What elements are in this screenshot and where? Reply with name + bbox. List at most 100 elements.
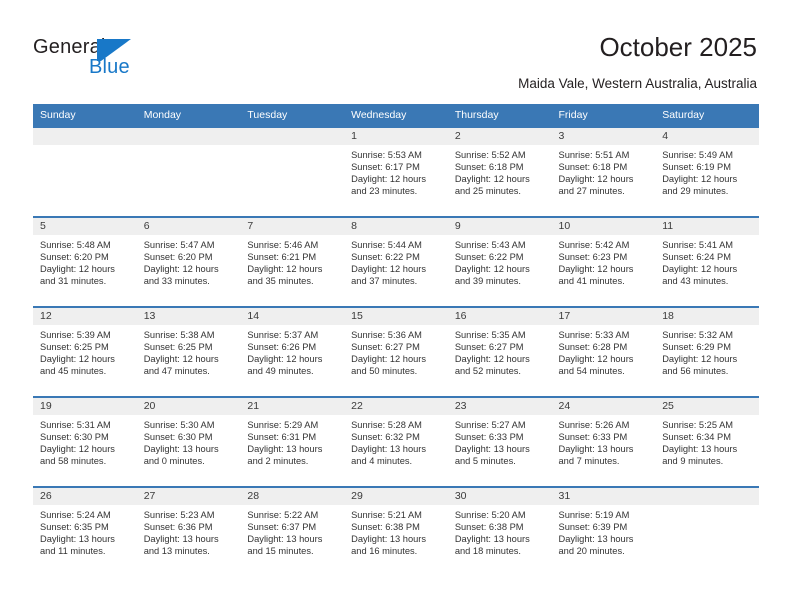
sunrise-text: Sunrise: 5:30 AM — [143, 420, 215, 430]
sunrise-text: Sunrise: 5:51 AM — [558, 150, 630, 160]
calendar-day-cell[interactable]: 21 Sunrise: 5:29 AM Sunset: 6:31 PM Dayligh… — [240, 396, 345, 487]
day-details: Sunrise: 5:53 AM Sunset: 6:17 PM Daylight:… — [344, 145, 448, 197]
calendar-day-cell[interactable]: 28 Sunrise: 5:22 AM Sunset: 6:37 PM Dayligh… — [240, 486, 345, 577]
sunset-text: Sunset: 6:38 PM — [454, 522, 524, 533]
day-details: Sunrise: 5:23 AM Sunset: 6:36 PM Daylight:… — [137, 505, 241, 557]
sunset-text: Sunset: 6:39 PM — [558, 522, 628, 533]
calendar-week-row: 26 Sunrise: 5:24 AM Sunset: 6:35 PM Dayligh… — [33, 486, 759, 577]
calendar-day-cell[interactable]: 23 Sunrise: 5:27 AM Sunset: 6:33 PM Dayligh… — [447, 396, 552, 487]
day-number: 9 — [447, 218, 552, 235]
sunrise-text: Sunrise: 5:23 AM — [143, 510, 215, 520]
page-header: General Blue October 2025 Maida Vale, We… — [0, 0, 792, 100]
calendar-day-cell[interactable]: 5 Sunrise: 5:48 AM Sunset: 6:20 PM Daylight… — [33, 216, 137, 307]
day-cell-inner: 19 Sunrise: 5:31 AM Sunset: 6:30 PM Dayligh… — [33, 398, 137, 486]
sunrise-text: Sunrise: 5:52 AM — [454, 150, 526, 160]
day-cell-inner: 1 Sunrise: 5:53 AM Sunset: 6:17 PM Daylight… — [344, 128, 448, 216]
daylight-text: Daylight: 12 hours and 47 minutes. — [143, 354, 219, 377]
daylight-text: Daylight: 12 hours and 49 minutes. — [247, 354, 323, 377]
calendar-day-cell[interactable]: 25 Sunrise: 5:25 AM Sunset: 6:34 PM Dayligh… — [655, 396, 759, 487]
daylight-text: Daylight: 13 hours and 7 minutes. — [558, 444, 634, 467]
calendar-day-cell[interactable]: 6 Sunrise: 5:47 AM Sunset: 6:20 PM Daylight… — [136, 216, 241, 307]
calendar-day-cell[interactable]: 3 Sunrise: 5:51 AM Sunset: 6:18 PM Daylight… — [551, 126, 656, 217]
day-number — [136, 128, 241, 145]
brand-logo-blue-text: Blue — [89, 56, 130, 78]
brand-logo[interactable]: General Blue — [33, 36, 213, 84]
day-cell-inner: 25 Sunrise: 5:25 AM Sunset: 6:34 PM Dayligh… — [655, 398, 759, 486]
day-details: Sunrise: 5:27 AM Sunset: 6:33 PM Daylight:… — [448, 415, 552, 467]
daylight-text: Daylight: 13 hours and 4 minutes. — [351, 444, 427, 467]
calendar-day-cell[interactable]: 19 Sunrise: 5:31 AM Sunset: 6:30 PM Dayligh… — [33, 396, 137, 487]
daylight-text: Daylight: 12 hours and 29 minutes. — [662, 174, 738, 197]
calendar-day-cell[interactable]: 10 Sunrise: 5:42 AM Sunset: 6:23 PM Dayligh… — [551, 216, 656, 307]
calendar-day-cell[interactable]: 14 Sunrise: 5:37 AM Sunset: 6:26 PM Dayligh… — [240, 306, 345, 397]
calendar-day-cell[interactable]: 27 Sunrise: 5:23 AM Sunset: 6:36 PM Dayligh… — [136, 486, 241, 577]
calendar-day-cell[interactable]: 12 Sunrise: 5:39 AM Sunset: 6:25 PM Dayligh… — [33, 306, 137, 397]
day-cell-inner: 29 Sunrise: 5:21 AM Sunset: 6:38 PM Dayligh… — [344, 488, 448, 576]
calendar-day-cell[interactable]: 30 Sunrise: 5:20 AM Sunset: 6:38 PM Dayligh… — [447, 486, 552, 577]
sunset-text: Sunset: 6:38 PM — [351, 522, 420, 533]
day-details: Sunrise: 5:44 AM Sunset: 6:22 PM Daylight:… — [344, 235, 448, 287]
calendar-day-cell[interactable]: 16 Sunrise: 5:35 AM Sunset: 6:27 PM Dayligh… — [447, 306, 552, 397]
day-details: Sunrise: 5:28 AM Sunset: 6:32 PM Daylight:… — [344, 415, 448, 467]
sunrise-text: Sunrise: 5:24 AM — [40, 510, 111, 520]
sunset-text: Sunset: 6:23 PM — [558, 252, 628, 263]
daylight-text: Daylight: 12 hours and 50 minutes. — [351, 354, 427, 377]
day-details: Sunrise: 5:38 AM Sunset: 6:25 PM Daylight:… — [137, 325, 241, 377]
day-details: Sunrise: 5:21 AM Sunset: 6:38 PM Daylight:… — [344, 505, 448, 557]
day-number: 27 — [136, 488, 241, 505]
sunrise-text: Sunrise: 5:53 AM — [351, 150, 422, 160]
day-details: Sunrise: 5:29 AM Sunset: 6:31 PM Daylight:… — [240, 415, 344, 467]
calendar-day-cell[interactable]: 15 Sunrise: 5:36 AM Sunset: 6:27 PM Dayligh… — [344, 306, 448, 397]
sunset-text: Sunset: 6:32 PM — [351, 432, 420, 443]
day-number: 4 — [655, 128, 759, 145]
calendar-day-cell[interactable]: 9 Sunrise: 5:43 AM Sunset: 6:22 PM Daylight… — [447, 216, 552, 307]
day-details: Sunrise: 5:36 AM Sunset: 6:27 PM Daylight:… — [344, 325, 448, 377]
day-number: 2 — [447, 128, 552, 145]
daylight-text: Daylight: 12 hours and 25 minutes. — [454, 174, 530, 197]
daylight-text: Daylight: 13 hours and 15 minutes. — [247, 534, 323, 557]
day-details: Sunrise: 5:49 AM Sunset: 6:19 PM Daylight:… — [655, 145, 759, 197]
day-details: Sunrise: 5:48 AM Sunset: 6:20 PM Daylight:… — [33, 235, 137, 287]
sunset-text: Sunset: 6:20 PM — [40, 252, 109, 263]
daylight-text: Daylight: 13 hours and 11 minutes. — [40, 534, 115, 557]
day-number: 23 — [447, 398, 552, 415]
calendar-day-cell[interactable]: 7 Sunrise: 5:46 AM Sunset: 6:21 PM Daylight… — [240, 216, 345, 307]
sunset-text: Sunset: 6:27 PM — [351, 342, 420, 353]
day-number: 18 — [655, 308, 759, 325]
day-details: Sunrise: 5:35 AM Sunset: 6:27 PM Daylight:… — [448, 325, 552, 377]
sunset-text: Sunset: 6:34 PM — [662, 432, 731, 443]
day-number: 8 — [344, 218, 448, 235]
day-cell-inner: 3 Sunrise: 5:51 AM Sunset: 6:18 PM Daylight… — [551, 128, 656, 216]
calendar-day-cell[interactable]: 2 Sunrise: 5:52 AM Sunset: 6:18 PM Daylight… — [447, 126, 552, 217]
calendar-day-cell[interactable]: 17 Sunrise: 5:33 AM Sunset: 6:28 PM Dayligh… — [551, 306, 656, 397]
day-cell-inner: 11 Sunrise: 5:41 AM Sunset: 6:24 PM Dayligh… — [655, 218, 759, 306]
sunrise-text: Sunrise: 5:43 AM — [454, 240, 526, 250]
day-number: 3 — [551, 128, 656, 145]
calendar-day-cell[interactable]: 31 Sunrise: 5:19 AM Sunset: 6:39 PM Dayligh… — [551, 486, 656, 577]
day-number: 1 — [344, 128, 448, 145]
calendar-day-cell[interactable]: 11 Sunrise: 5:41 AM Sunset: 6:24 PM Dayligh… — [655, 216, 759, 307]
calendar-day-cell[interactable]: 4 Sunrise: 5:49 AM Sunset: 6:19 PM Daylight… — [655, 126, 759, 217]
day-number: 31 — [551, 488, 656, 505]
calendar-day-cell[interactable]: 8 Sunrise: 5:44 AM Sunset: 6:22 PM Daylight… — [344, 216, 448, 307]
day-details: Sunrise: 5:42 AM Sunset: 6:23 PM Daylight:… — [552, 235, 656, 287]
day-cell-inner: 30 Sunrise: 5:20 AM Sunset: 6:38 PM Dayligh… — [447, 488, 552, 576]
day-cell-inner — [240, 128, 345, 216]
calendar-day-cell[interactable]: 13 Sunrise: 5:38 AM Sunset: 6:25 PM Dayligh… — [136, 306, 241, 397]
calendar-day-cell[interactable]: 29 Sunrise: 5:21 AM Sunset: 6:38 PM Dayligh… — [344, 486, 448, 577]
sunset-text: Sunset: 6:21 PM — [247, 252, 317, 263]
sunset-text: Sunset: 6:31 PM — [247, 432, 317, 443]
day-number: 12 — [33, 308, 137, 325]
calendar-day-cell[interactable]: 26 Sunrise: 5:24 AM Sunset: 6:35 PM Dayligh… — [33, 486, 137, 577]
calendar-day-cell[interactable]: 22 Sunrise: 5:28 AM Sunset: 6:32 PM Dayligh… — [344, 396, 448, 487]
calendar-day-cell[interactable]: 18 Sunrise: 5:32 AM Sunset: 6:29 PM Dayligh… — [655, 306, 759, 397]
sunrise-text: Sunrise: 5:22 AM — [247, 510, 319, 520]
day-cell-inner: 2 Sunrise: 5:52 AM Sunset: 6:18 PM Daylight… — [447, 128, 552, 216]
day-cell-inner: 14 Sunrise: 5:37 AM Sunset: 6:26 PM Dayligh… — [240, 308, 345, 396]
day-cell-inner: 31 Sunrise: 5:19 AM Sunset: 6:39 PM Dayligh… — [551, 488, 656, 576]
day-number: 26 — [33, 488, 137, 505]
calendar-day-cell[interactable]: 24 Sunrise: 5:26 AM Sunset: 6:33 PM Dayligh… — [551, 396, 656, 487]
calendar-day-cell[interactable]: 1 Sunrise: 5:53 AM Sunset: 6:17 PM Daylight… — [344, 126, 448, 217]
daylight-text: Daylight: 12 hours and 27 minutes. — [558, 174, 634, 197]
calendar-day-cell[interactable]: 20 Sunrise: 5:30 AM Sunset: 6:30 PM Dayligh… — [136, 396, 241, 487]
